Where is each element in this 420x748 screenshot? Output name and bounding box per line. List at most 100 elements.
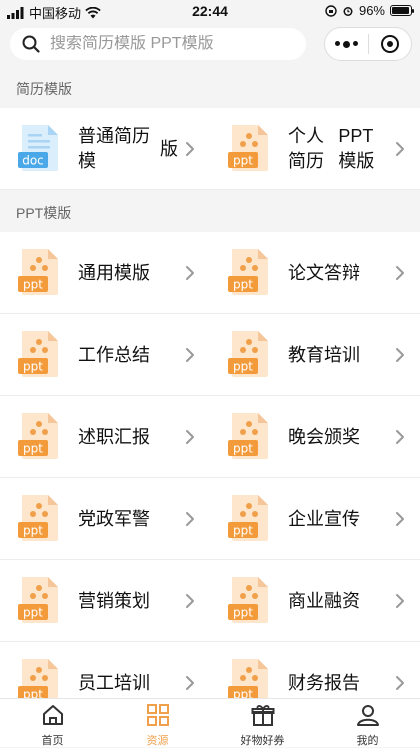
tab-gift[interactable]: 好物好券 (210, 699, 315, 747)
ppt-icon-text: ppt (23, 442, 43, 456)
template-item[interactable]: ppt 述职汇报 (0, 396, 210, 478)
ppt-icon-text: ppt (23, 688, 43, 699)
chevron-right-icon (396, 142, 404, 156)
template-label: 党政军警 (78, 508, 150, 529)
tab-label: 好物好券 (240, 735, 285, 747)
template-grid: ppt 通用模版 ppt 论文答辩 ppt 工作总结 ppt 教育培训 ppt … (0, 232, 420, 698)
chevron-right-icon (396, 512, 404, 526)
status-right: 96% (325, 3, 414, 18)
gift-icon (251, 704, 275, 732)
template-item[interactable]: ppt 商业融资 (210, 560, 420, 642)
ppt-file-icon: ppt (18, 495, 58, 541)
template-item[interactable]: ppt 通用模版 (0, 232, 210, 314)
chevron-right-icon (396, 266, 404, 280)
grid-icon (146, 704, 170, 732)
template-item[interactable]: ppt 晚会颁奖 (210, 396, 420, 478)
template-label: 员工培训 (78, 672, 150, 693)
search-box[interactable] (10, 28, 306, 60)
doc-file-icon: doc (18, 125, 58, 171)
chevron-right-icon (186, 430, 194, 444)
template-label: 晚会颁奖 (288, 426, 360, 447)
chevron-right-icon (396, 430, 404, 444)
top-bar (0, 22, 420, 66)
tab-home[interactable]: 首页 (0, 699, 105, 747)
tab-user[interactable]: 我的 (315, 699, 420, 747)
user-icon (356, 704, 380, 732)
home-icon (41, 704, 65, 732)
chevron-right-icon (396, 676, 404, 690)
template-label: 财务报告 (288, 672, 360, 693)
ppt-file-icon: ppt (228, 125, 268, 171)
ppt-icon-text: ppt (23, 278, 43, 292)
template-item[interactable]: ppt 员工培训 (0, 642, 210, 698)
target-icon (380, 35, 399, 53)
template-item[interactable]: ppt 财务报告 (210, 642, 420, 698)
tab-grid[interactable]: 资源 (105, 699, 210, 747)
more-dots-icon (334, 40, 358, 48)
template-item[interactable]: ppt 教育培训 (210, 314, 420, 396)
ppt-file-icon: ppt (18, 577, 58, 623)
template-label: 工作总结 (78, 344, 150, 365)
battery-percent: 96% (358, 3, 385, 18)
ppt-icon-text: ppt (233, 360, 253, 374)
ppt-file-icon: ppt (18, 331, 58, 377)
tab-label: 我的 (356, 735, 379, 747)
template-item[interactable]: ppt 党政军警 (0, 478, 210, 560)
template-label: 企业宣传 (288, 508, 360, 529)
chevron-right-icon (186, 512, 194, 526)
ppt-icon-text: ppt (233, 524, 253, 538)
ppt-file-icon: ppt (228, 577, 268, 623)
rotation-lock-icon (325, 4, 337, 17)
ppt-file-icon: ppt (18, 659, 58, 699)
section-title: 简历模版 (16, 81, 72, 97)
chevron-right-icon (186, 594, 194, 608)
ppt-file-icon: ppt (228, 331, 268, 377)
template-item[interactable]: doc 普通简历模版 (0, 108, 210, 190)
template-label: 述职汇报 (78, 426, 150, 447)
ppt-icon-text: ppt (233, 278, 253, 292)
doc-icon-text: doc (22, 154, 44, 168)
resource-list[interactable]: 简历模版 doc 普通简历模版 ppt 个人简历 PPT模版 PPT模版 ppt 通… (0, 66, 420, 698)
chevron-right-icon (186, 676, 194, 690)
template-label: 营销策划 (78, 590, 150, 611)
battery-level (392, 7, 410, 14)
template-grid: doc 普通简历模版 ppt 个人简历 PPT模版 (0, 108, 420, 190)
search-icon (22, 35, 40, 53)
tab-label: 首页 (41, 735, 64, 747)
ppt-file-icon: ppt (228, 495, 268, 541)
tab-bar: 首页 资源 好物好券 我的 (0, 698, 420, 747)
close-mini-program-button[interactable] (369, 28, 412, 60)
ppt-file-icon: ppt (228, 413, 268, 459)
template-item[interactable]: ppt 工作总结 (0, 314, 210, 396)
chevron-right-icon (186, 142, 194, 156)
chevron-right-icon (186, 266, 194, 280)
alarm-icon (343, 6, 353, 16)
chevron-right-icon (396, 348, 404, 362)
ppt-file-icon: ppt (18, 413, 58, 459)
ppt-file-icon: ppt (18, 249, 58, 295)
template-item[interactable]: ppt 营销策划 (0, 560, 210, 642)
search-input[interactable] (50, 35, 290, 53)
section-title: PPT模版 (16, 205, 72, 221)
chevron-right-icon (186, 348, 194, 362)
template-item[interactable]: ppt 个人简历 PPT模版 (210, 108, 420, 190)
battery-icon (390, 5, 414, 16)
template-label: 教育培训 (288, 344, 360, 365)
ppt-icon-text: ppt (233, 154, 253, 168)
more-button[interactable] (325, 28, 368, 60)
ppt-icon-text: ppt (23, 524, 43, 538)
template-label: 商业融资 (288, 590, 360, 611)
status-bar: 中国移动 22:44 96% (0, 0, 420, 22)
ppt-icon-text: ppt (23, 360, 43, 374)
mini-program-capsule (324, 27, 412, 61)
ppt-icon-text: ppt (233, 442, 253, 456)
tab-label: 资源 (146, 735, 169, 747)
template-label: 普通简历模版 (78, 126, 178, 171)
ppt-file-icon: ppt (228, 659, 268, 699)
template-item[interactable]: ppt 企业宣传 (210, 478, 420, 560)
template-label: 通用模版 (78, 262, 150, 283)
template-item[interactable]: ppt 论文答辩 (210, 232, 420, 314)
template-label: 论文答辩 (288, 262, 360, 283)
ppt-file-icon: ppt (228, 249, 268, 295)
ppt-icon-text: ppt (233, 688, 253, 699)
